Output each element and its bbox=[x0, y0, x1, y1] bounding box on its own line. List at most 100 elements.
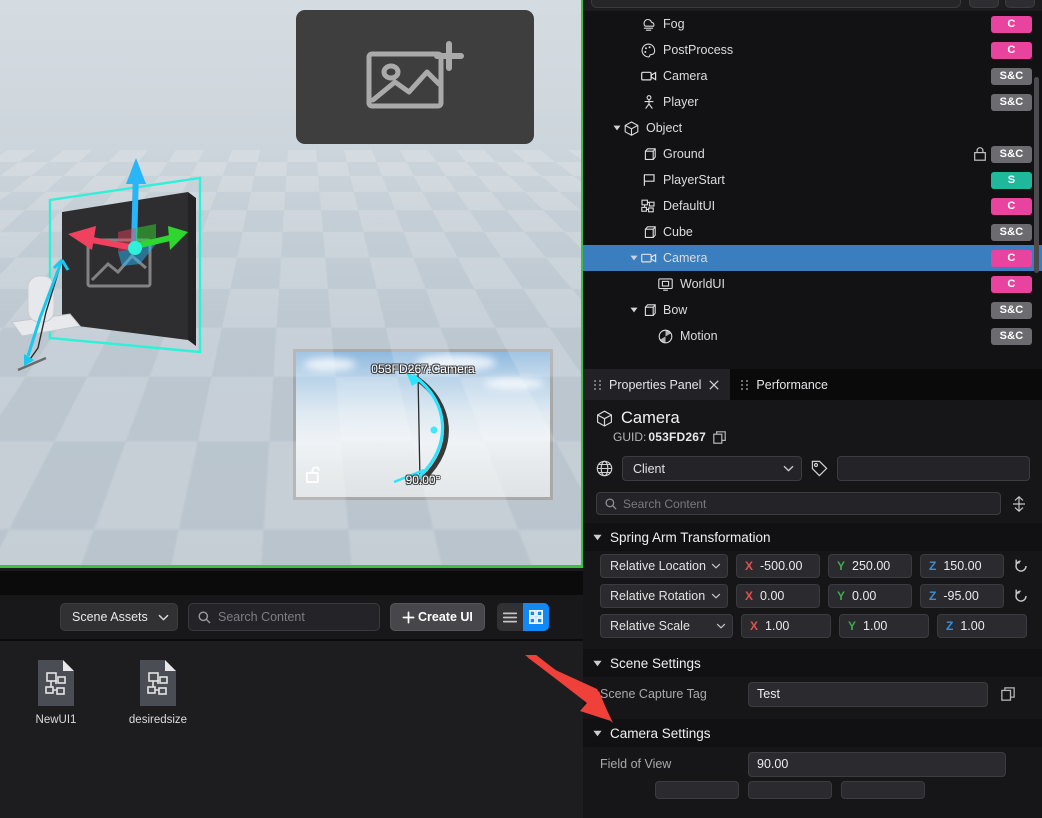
section-camera-settings-label: Camera Settings bbox=[610, 726, 711, 741]
twisty-open-icon[interactable] bbox=[610, 122, 623, 135]
relative-scale-z-input[interactable]: Z 1.00 bbox=[937, 614, 1027, 638]
relative-rotation-z-value: -95.00 bbox=[943, 589, 978, 603]
outliner-row-postprocess[interactable]: PostProcess C bbox=[583, 37, 1042, 63]
status-badge[interactable]: S&C bbox=[991, 328, 1032, 345]
camera-partial-field-3[interactable] bbox=[841, 781, 925, 799]
outliner-row-label: PostProcess bbox=[663, 43, 969, 57]
status-badge[interactable]: S&C bbox=[991, 224, 1032, 241]
tab-properties-panel[interactable]: Properties Panel bbox=[583, 369, 730, 400]
tag-field[interactable] bbox=[837, 456, 1030, 481]
properties-search-input[interactable]: Search Content bbox=[596, 492, 1001, 515]
status-badge[interactable]: C bbox=[991, 250, 1032, 267]
twisty-empty bbox=[644, 278, 657, 291]
status-badge[interactable]: C bbox=[991, 276, 1032, 293]
reset-icon bbox=[1014, 589, 1028, 603]
relative-rotation-select[interactable]: Relative Rotation bbox=[600, 584, 728, 608]
close-icon[interactable] bbox=[709, 380, 719, 390]
outliner-row-worldui[interactable]: WorldUI C bbox=[583, 271, 1042, 297]
create-ui-button[interactable]: Create UI bbox=[390, 603, 485, 631]
outliner-row-motion[interactable]: Motion S&C bbox=[583, 323, 1042, 349]
asset-browser-toolbar: Scene Assets Search Content Create UI bbox=[0, 595, 583, 639]
axis-x-label: X bbox=[745, 559, 753, 573]
status-badge[interactable]: C bbox=[991, 42, 1032, 59]
asset-item[interactable]: NewUI1 bbox=[14, 659, 98, 726]
axis-y-label: Y bbox=[848, 619, 856, 633]
section-spring-arm-transformation[interactable]: Spring Arm Transformation bbox=[583, 523, 1042, 551]
lock-icon[interactable] bbox=[969, 147, 991, 161]
copy-icon[interactable] bbox=[713, 431, 726, 444]
camera-preview-window[interactable]: 053FD267:Camera 90.00° bbox=[293, 349, 553, 500]
outliner-row-player[interactable]: Player S&C bbox=[583, 89, 1042, 115]
3d-viewport[interactable]: 053FD267:Camera 90.00° bbox=[0, 0, 583, 568]
scene-capture-tag-input[interactable]: Test bbox=[748, 682, 988, 707]
relative-rotation-x-input[interactable]: X 0.00 bbox=[736, 584, 820, 608]
drag-handle-icon[interactable] bbox=[594, 380, 601, 390]
outliner-row-label: PlayerStart bbox=[663, 173, 969, 187]
tab-properties-panel-label: Properties Panel bbox=[609, 378, 701, 392]
outliner-toolbar-button-2[interactable] bbox=[1005, 0, 1035, 8]
relative-location-x-input[interactable]: X -500.00 bbox=[736, 554, 820, 578]
globe-icon bbox=[596, 460, 613, 477]
tab-performance-label: Performance bbox=[756, 378, 828, 392]
twisty-open-icon[interactable] bbox=[627, 304, 640, 317]
status-badge[interactable]: S&C bbox=[991, 94, 1032, 111]
relative-rotation-reset-button[interactable] bbox=[1012, 589, 1030, 603]
scene-outliner[interactable]: Fog C PostProcess C Camera S&C Player S&C Object… bbox=[583, 11, 1042, 365]
outliner-row-playerstart[interactable]: PlayerStart S bbox=[583, 167, 1042, 193]
twisty-open-icon[interactable] bbox=[627, 252, 640, 265]
outliner-row-bow[interactable]: Bow S&C bbox=[583, 297, 1042, 323]
asset-item[interactable]: desiredsize bbox=[116, 659, 200, 726]
outliner-row-fog[interactable]: Fog C bbox=[583, 11, 1042, 37]
unlock-icon[interactable] bbox=[306, 466, 320, 488]
status-badge[interactable]: C bbox=[991, 16, 1032, 33]
tab-performance[interactable]: Performance bbox=[730, 369, 839, 400]
network-mode-select[interactable]: Client bbox=[622, 456, 802, 481]
relative-rotation-z-input[interactable]: Z -95.00 bbox=[920, 584, 1004, 608]
status-badge[interactable]: C bbox=[991, 198, 1032, 215]
expand-collapse-icon[interactable] bbox=[1012, 496, 1026, 512]
list-view-icon[interactable] bbox=[497, 603, 523, 631]
outliner-row-camera[interactable]: Camera C bbox=[583, 245, 1042, 271]
outliner-row-object[interactable]: Object bbox=[583, 115, 1042, 141]
field-of-view-input[interactable]: 90.00 bbox=[748, 752, 1006, 777]
outliner-toolbar-button-1[interactable] bbox=[969, 0, 999, 8]
camera-partial-field-2[interactable] bbox=[748, 781, 832, 799]
relative-scale-x-input[interactable]: X 1.00 bbox=[741, 614, 831, 638]
status-badge[interactable]: S&C bbox=[991, 302, 1032, 319]
worldui-icon bbox=[657, 278, 674, 291]
relative-location-select[interactable]: Relative Location bbox=[600, 554, 728, 578]
relative-scale-y-input[interactable]: Y 1.00 bbox=[839, 614, 929, 638]
application-window: 053FD267:Camera 90.00° Scene Assets Sear… bbox=[0, 0, 1042, 818]
outliner-row-label: Bow bbox=[663, 303, 969, 317]
add-image-placeholder[interactable] bbox=[296, 10, 534, 144]
relative-location-z-input[interactable]: Z 150.00 bbox=[920, 554, 1004, 578]
status-badge[interactable]: S bbox=[991, 172, 1032, 189]
section-scene-settings[interactable]: Scene Settings bbox=[583, 649, 1042, 677]
relative-scale-select[interactable]: Relative Scale bbox=[600, 614, 733, 638]
twisty-empty bbox=[627, 148, 640, 161]
outliner-row-defaultui[interactable]: DefaultUI C bbox=[583, 193, 1042, 219]
drag-handle-icon[interactable] bbox=[741, 380, 748, 390]
camera-icon bbox=[640, 252, 657, 264]
outliner-scrollbar[interactable] bbox=[1034, 77, 1039, 273]
outliner-row-cube[interactable]: Cube S&C bbox=[583, 219, 1042, 245]
camera-partial-field-1[interactable] bbox=[655, 781, 739, 799]
outliner-row-label: DefaultUI bbox=[663, 199, 969, 213]
selected-ui-plane[interactable] bbox=[10, 140, 270, 370]
relative-location-reset-button[interactable] bbox=[1012, 559, 1030, 573]
copy-icon[interactable] bbox=[1001, 687, 1015, 701]
outliner-row-camera[interactable]: Camera S&C bbox=[583, 63, 1042, 89]
outliner-row-ground[interactable]: Ground S&C bbox=[583, 141, 1042, 167]
grid-view-icon[interactable] bbox=[523, 603, 549, 631]
asset-item-label: NewUI1 bbox=[36, 714, 77, 726]
outliner-search-input[interactable] bbox=[591, 0, 961, 8]
asset-search-input[interactable]: Search Content bbox=[188, 603, 380, 631]
status-badge[interactable]: S&C bbox=[991, 68, 1032, 85]
status-badge[interactable]: S&C bbox=[991, 146, 1032, 163]
section-camera-settings[interactable]: Camera Settings bbox=[583, 719, 1042, 747]
asset-item-label: desiredsize bbox=[129, 714, 187, 726]
relative-rotation-y-input[interactable]: Y 0.00 bbox=[828, 584, 912, 608]
scene-assets-dropdown[interactable]: Scene Assets bbox=[60, 603, 178, 631]
outliner-row-label: Object bbox=[646, 121, 969, 135]
relative-location-y-input[interactable]: Y 250.00 bbox=[828, 554, 912, 578]
